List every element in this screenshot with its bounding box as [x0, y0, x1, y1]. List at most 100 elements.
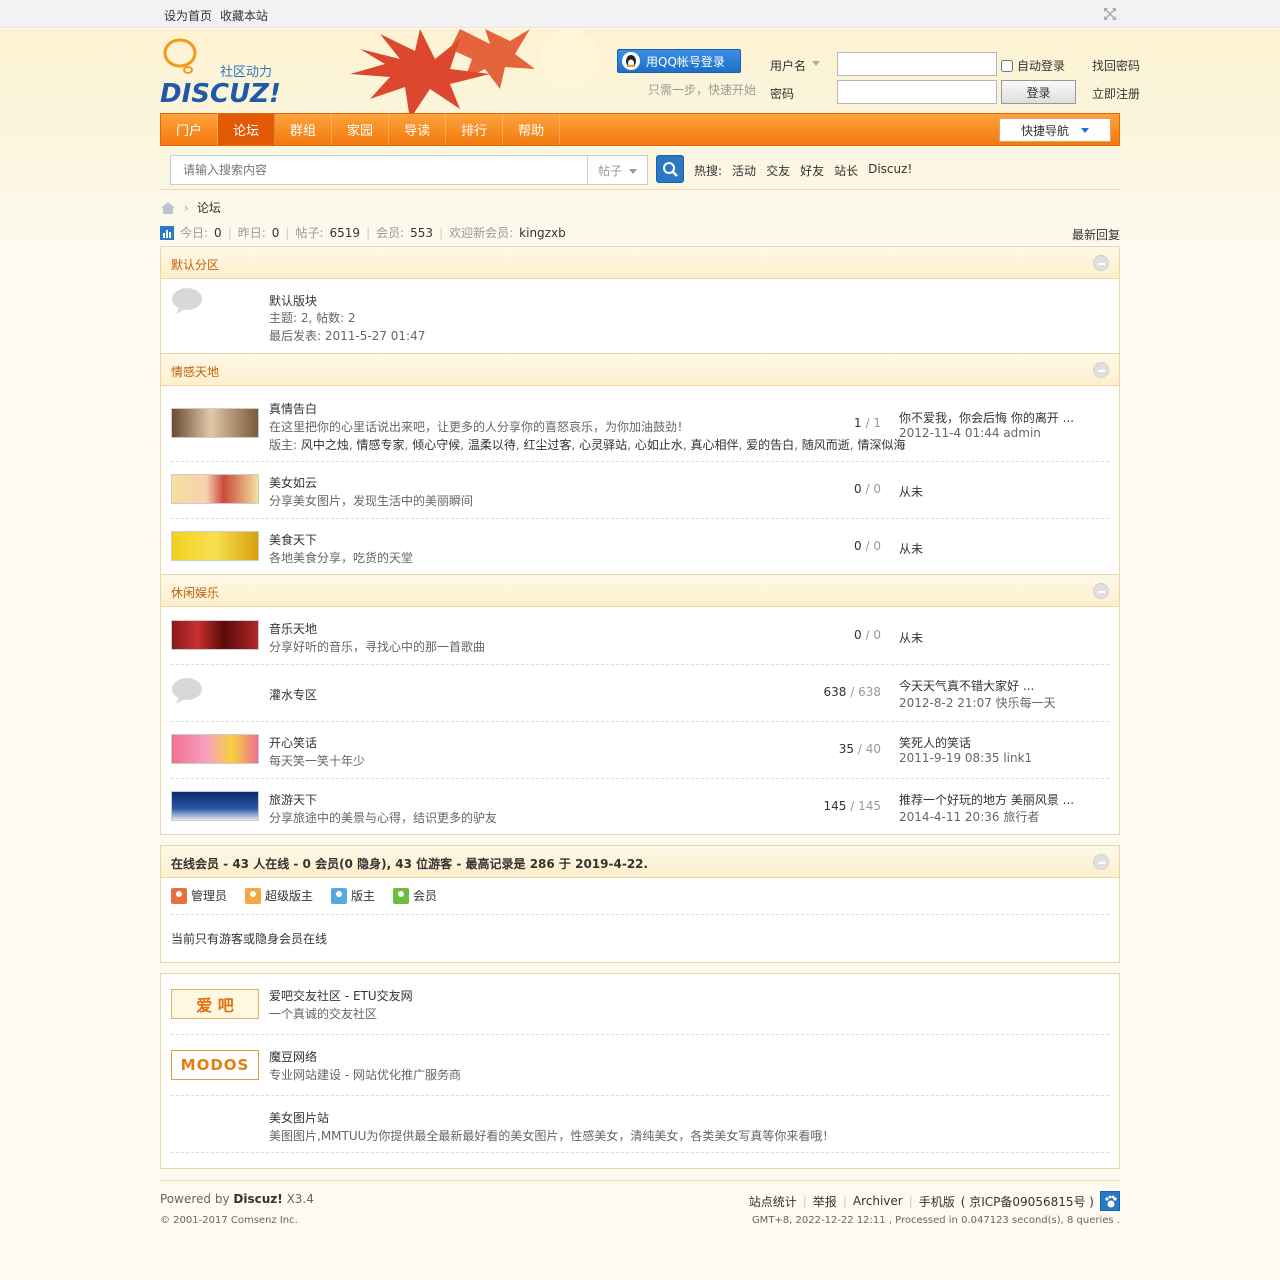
moderator-link[interactable]: 情感专家	[357, 438, 405, 452]
paw-icon[interactable]	[1100, 1191, 1120, 1211]
forum-icon-image[interactable]	[171, 791, 259, 821]
moderator-link[interactable]: 情深似海	[857, 438, 905, 452]
search-input[interactable]	[170, 155, 588, 185]
newest-member-link[interactable]: kingzxb	[519, 226, 566, 240]
last-post-info: 2011-9-19 08:35 link1	[899, 751, 1033, 765]
nav-item-help[interactable]: 帮助	[503, 114, 561, 145]
forum-last-post: 最后发表: 2011-5-27 01:47	[269, 329, 426, 343]
friend-link-logo[interactable]: 爱 吧	[171, 989, 259, 1019]
moderator-link[interactable]: 风中之烛	[301, 438, 349, 452]
forum-icon-image[interactable]	[171, 531, 259, 561]
last-post-title[interactable]: 推荐一个好玩的地方 美丽风景 ...	[899, 791, 1074, 808]
forum-name[interactable]: 旅游天下	[269, 791, 317, 808]
search-button[interactable]	[656, 155, 684, 183]
discuz-logo[interactable]: 社区动力 DISCUZ!	[160, 38, 295, 108]
logo-text: DISCUZ!	[160, 79, 281, 108]
last-post-title[interactable]: 今天天气真不错大家好 ...	[899, 677, 1034, 694]
moderator-link[interactable]: 温柔以待	[468, 438, 516, 452]
footer-link-archiver[interactable]: Archiver	[853, 1194, 903, 1208]
hot-search-item[interactable]: Discuz!	[868, 162, 912, 179]
expand-icon[interactable]	[1102, 6, 1118, 22]
online-title[interactable]: 在线会员 - 43 人在线 - 0 会员(0 隐身), 43 位游客 - 最高记…	[171, 855, 648, 872]
collapse-icon[interactable]	[1093, 255, 1109, 271]
category-title[interactable]: 情感天地	[171, 363, 219, 380]
home-icon[interactable]	[160, 201, 176, 215]
footer-link-mobile[interactable]: 手机版	[919, 1193, 955, 1210]
footer-link-report[interactable]: 举报	[813, 1193, 837, 1210]
latest-replies-link[interactable]: 最新回复	[1072, 226, 1120, 243]
nav-item-home[interactable]: 家园	[332, 114, 390, 145]
forum-row: 音乐天地 分享好听的音乐，寻找心中的那一首歌曲 0 / 0 从未	[171, 608, 1109, 665]
forum-icon-image[interactable]	[171, 620, 259, 650]
discuz-link[interactable]: Discuz!	[233, 1192, 282, 1206]
friend-link-name[interactable]: 爱吧交友社区 - ETU交友网	[269, 987, 413, 1004]
forum-name[interactable]: 美女如云	[269, 474, 317, 491]
forum-moderators: 版主: 风中之烛, 情感专家, 倾心守候, 温柔以待, 红尘过客, 心灵驿站, …	[269, 438, 906, 452]
username-label[interactable]: 用户名	[770, 57, 806, 74]
newest-member-label: 欢迎新会员:	[449, 226, 514, 240]
forum-name[interactable]: 灌水专区	[269, 686, 317, 703]
friend-link-name[interactable]: 魔豆网络	[269, 1048, 317, 1065]
nav-item-guide[interactable]: 导读	[389, 114, 447, 145]
sun-glow-decoration	[540, 29, 600, 89]
forum-name[interactable]: 默认版块	[269, 292, 317, 309]
forgot-password-link[interactable]: 找回密码	[1092, 57, 1140, 74]
quick-nav-label: 快捷导航	[1020, 123, 1069, 138]
footer-link-icp[interactable]: ( 京ICP备09056815号 )	[961, 1193, 1094, 1210]
set-homepage-link[interactable]: 设为首页	[164, 7, 212, 24]
category-header: 默认分区	[161, 247, 1119, 279]
hot-search-item[interactable]: 站长	[834, 162, 858, 179]
last-post-title[interactable]: 笑死人的笑话	[899, 734, 971, 751]
moderators-label: 版主:	[269, 438, 298, 452]
category-title[interactable]: 默认分区	[171, 256, 219, 273]
nav-item-forum[interactable]: 论坛	[218, 114, 276, 145]
forum-icon-image[interactable]	[171, 474, 259, 504]
forum-row: 灌水专区 638 / 638 今天天气真不错大家好 ... 2012-8-2 2…	[171, 665, 1109, 722]
forum-topics-stats: 主题: 2, 帖数: 2	[269, 311, 356, 325]
quick-nav-button[interactable]: 快捷导航	[999, 118, 1111, 142]
forum-icon-image[interactable]	[171, 734, 259, 764]
nav-item-groups[interactable]: 群组	[275, 114, 333, 145]
qq-login-button[interactable]: 用QQ帐号登录	[617, 49, 741, 73]
breadcrumb-current[interactable]: 论坛	[197, 199, 221, 216]
moderator-link[interactable]: 爱的告白	[746, 438, 794, 452]
hot-search-item[interactable]: 交友	[766, 162, 790, 179]
category-title[interactable]: 休闲娱乐	[171, 584, 219, 601]
footer-link-stats[interactable]: 站点统计	[749, 1193, 797, 1210]
forum-stats: 今日: 0 | 昨日: 0 | 帖子: 6519 | 会员: 553 | 欢迎新…	[160, 224, 566, 241]
password-input[interactable]	[837, 80, 997, 104]
moderator-link[interactable]: 随风而逝	[802, 438, 850, 452]
login-button[interactable]: 登录	[1001, 80, 1076, 104]
hot-search-item[interactable]: 活动	[732, 162, 756, 179]
username-input[interactable]	[837, 52, 997, 76]
speech-bubble-icon	[172, 678, 202, 704]
today-count: 0	[214, 225, 222, 240]
forum-name[interactable]: 音乐天地	[269, 620, 317, 637]
auto-login-checkbox[interactable]: 自动登录	[1001, 57, 1065, 74]
moderator-link[interactable]: 心如止水	[635, 438, 683, 452]
forum-name[interactable]: 真情告白	[269, 400, 317, 417]
forum-icon-image[interactable]	[171, 408, 259, 438]
collapse-icon[interactable]	[1093, 854, 1109, 870]
last-post-title[interactable]: 你不爱我，你会后悔 你的离开 ...	[899, 409, 1074, 426]
friend-link-logo[interactable]: MODOS	[171, 1050, 259, 1080]
forum-description: 在这里把你的心里话说出来吧，让更多的人分享你的喜怒哀乐，为你加油鼓劲！	[269, 420, 690, 434]
moderator-link[interactable]: 红尘过客	[524, 438, 572, 452]
moderator-link[interactable]: 真心相伴	[690, 438, 738, 452]
nav-item-ranking[interactable]: 排行	[446, 114, 504, 145]
forum-row: 真情告白 在这里把你的心里话说出来吧，让更多的人分享你的喜怒哀乐，为你加油鼓劲！…	[171, 387, 1109, 462]
collapse-icon[interactable]	[1093, 362, 1109, 378]
moderator-link[interactable]: 倾心守候	[412, 438, 460, 452]
register-link[interactable]: 立即注册	[1092, 85, 1140, 102]
moderator-link[interactable]: 心灵驿站	[579, 438, 627, 452]
password-label: 密码	[770, 87, 795, 101]
forum-name[interactable]: 开心笑话	[269, 734, 317, 751]
hot-search-item[interactable]: 好友	[800, 162, 824, 179]
bookmark-site-link[interactable]: 收藏本站	[220, 7, 268, 24]
collapse-icon[interactable]	[1093, 583, 1109, 599]
search-type-select[interactable]: 帖子	[587, 155, 648, 185]
username-type-dropdown-icon[interactable]	[812, 61, 820, 66]
nav-item-portal[interactable]: 门户	[161, 114, 219, 145]
friend-link-name[interactable]: 美女图片站	[269, 1109, 329, 1126]
forum-name[interactable]: 美食天下	[269, 531, 317, 548]
